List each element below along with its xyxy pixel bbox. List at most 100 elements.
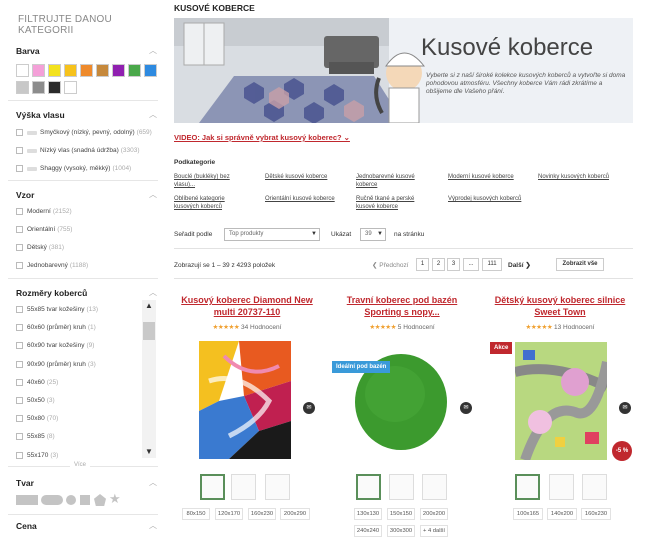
size-option[interactable]: 200x290 <box>280 508 310 520</box>
shape-pentagon-icon[interactable] <box>94 494 106 506</box>
per-page-select[interactable]: 39 ▼ <box>360 228 386 241</box>
filter-price-heading[interactable]: Cena <box>16 521 37 531</box>
subcategory-link[interactable]: Ručně tkané a perské kusové koberce <box>356 195 431 211</box>
show-all-button[interactable]: Zobrazit vše <box>556 258 604 271</box>
filter-shape-heading[interactable]: Tvar <box>16 478 34 488</box>
filter-option[interactable]: 40x60 (25) <box>16 377 58 388</box>
shape-rectangle-icon[interactable] <box>16 495 38 505</box>
thumbnail-2[interactable] <box>231 474 256 500</box>
subcategory-link[interactable]: Výprodej kusových koberců <box>448 195 523 203</box>
collapse-icon[interactable]: ︿ <box>149 477 157 488</box>
prev-page-button[interactable]: ❮ Předchozí <box>372 261 409 269</box>
subcategory-link[interactable]: Jednobarevné kusové koberce <box>356 173 431 189</box>
size-option[interactable]: 200x200 <box>420 508 448 520</box>
checkbox[interactable] <box>16 433 23 441</box>
collapse-icon[interactable]: ︿ <box>149 45 157 56</box>
thumbnail-1[interactable] <box>200 474 225 500</box>
subcategory-link[interactable]: Dětské kusové koberce <box>265 173 340 181</box>
thumbnail-3[interactable] <box>422 474 447 500</box>
color-swatch[interactable] <box>80 64 93 77</box>
show-more-link[interactable]: Více <box>70 462 91 468</box>
page-button[interactable]: 111 <box>482 258 502 271</box>
product-card[interactable]: Travní koberec pod bazén Sporting s nopy… <box>327 290 477 537</box>
filter-option[interactable]: 60x60 (průměr) kruh (1) <box>16 322 96 333</box>
collapse-icon[interactable]: ︿ <box>149 287 157 298</box>
checkbox[interactable] <box>16 451 23 459</box>
color-swatch[interactable] <box>32 81 45 94</box>
video-link[interactable]: VIDEO: Jak si správně vybrat kusový kobe… <box>174 133 350 142</box>
shape-circle-icon[interactable] <box>66 495 76 505</box>
filter-pile-heading[interactable]: Výška vlasu <box>16 110 65 120</box>
product-card[interactable]: Kusový koberec Diamond New multi 20737-1… <box>172 290 322 530</box>
size-option[interactable]: 150x150 <box>387 508 415 520</box>
product-name[interactable]: Kusový koberec Diamond New multi 20737-1… <box>172 294 322 318</box>
shape-star-icon[interactable]: ★ <box>109 491 121 507</box>
product-image[interactable] <box>199 341 291 459</box>
subcategory-link[interactable]: Novinky kusových koberců <box>538 173 613 181</box>
filter-option[interactable]: Orientální (755) <box>16 224 72 235</box>
size-option[interactable]: 120x170 <box>215 508 243 520</box>
checkbox[interactable] <box>16 226 23 233</box>
thumbnail-2[interactable] <box>549 474 574 500</box>
page-button[interactable]: 3 <box>447 258 460 271</box>
color-swatch[interactable] <box>144 64 157 77</box>
color-swatch[interactable] <box>128 64 141 77</box>
product-name[interactable]: Travní koberec pod bazén Sporting s nopy… <box>327 294 477 318</box>
mail-icon[interactable]: ✉ <box>303 402 315 414</box>
color-swatch[interactable] <box>64 81 77 94</box>
filter-size-heading[interactable]: Rozměry koberců <box>16 288 87 298</box>
thumbnail-2[interactable] <box>389 474 414 500</box>
filter-option[interactable]: Smyčkový (nízký, pevný, odolný) (659) <box>16 127 152 138</box>
subcategory-link[interactable]: Oblíbené kategorie kusových koberců <box>174 195 249 211</box>
shape-oval-icon[interactable] <box>41 495 63 505</box>
scroll-up-icon[interactable]: ▲ <box>142 300 156 312</box>
size-option[interactable]: + 4 další <box>420 525 448 537</box>
color-swatch[interactable] <box>32 64 45 77</box>
thumbnail-3[interactable] <box>265 474 290 500</box>
subcategory-link[interactable]: Bouclé (bukléky) bez vlasu)... <box>174 173 249 189</box>
size-option[interactable]: 240x240 <box>354 525 382 537</box>
size-option[interactable]: 160x230 <box>248 508 276 520</box>
checkbox[interactable] <box>16 208 23 215</box>
color-swatch[interactable] <box>16 81 29 94</box>
checkbox[interactable] <box>16 129 23 136</box>
size-list-scrollbar[interactable]: ▲ ▼ <box>142 300 156 458</box>
collapse-icon[interactable]: ︿ <box>149 109 157 120</box>
filter-pattern-heading[interactable]: Vzor <box>16 190 34 200</box>
filter-option[interactable]: 55x85 (8) <box>16 431 55 442</box>
checkbox[interactable] <box>16 360 23 368</box>
size-option[interactable]: 130x130 <box>354 508 382 520</box>
filter-option[interactable]: 55x170 (3) <box>16 450 58 461</box>
size-option[interactable]: 100x165 <box>513 508 543 520</box>
color-swatch[interactable] <box>48 64 61 77</box>
thumbnail-3[interactable] <box>582 474 607 500</box>
filter-option[interactable]: 90x90 (průměr) kruh (3) <box>16 359 96 370</box>
checkbox[interactable] <box>16 147 23 154</box>
thumbnail-1[interactable] <box>356 474 381 500</box>
subcategory-link[interactable]: Orientální kusové koberce <box>265 195 340 203</box>
filter-option[interactable]: Nízký vlas (snadná údržba) (3303) <box>16 145 140 156</box>
color-swatch[interactable] <box>48 81 61 94</box>
product-name[interactable]: Dětský kusový koberec silnice Sweet Town <box>485 294 635 318</box>
color-swatch[interactable] <box>16 64 29 77</box>
checkbox[interactable] <box>16 165 23 172</box>
mail-icon[interactable]: ✉ <box>619 402 631 414</box>
subcategory-link[interactable]: Moderní kusové koberce <box>448 173 523 181</box>
filter-option[interactable]: Moderní (2152) <box>16 206 72 217</box>
checkbox[interactable] <box>16 324 23 332</box>
mail-icon[interactable]: ✉ <box>460 402 472 414</box>
scroll-down-icon[interactable]: ▼ <box>142 446 156 458</box>
page-button[interactable]: ... <box>463 258 479 271</box>
page-button[interactable]: 2 <box>432 258 445 271</box>
filter-option[interactable]: Jednobarevný (1188) <box>16 260 88 271</box>
size-option[interactable]: 80x150 <box>182 508 210 520</box>
color-swatch[interactable] <box>64 64 77 77</box>
filter-option[interactable]: 60x90 tvar kožešiny (9) <box>16 340 94 351</box>
color-swatch[interactable] <box>96 64 109 77</box>
checkbox[interactable] <box>16 342 23 350</box>
checkbox[interactable] <box>16 306 23 313</box>
filter-option[interactable]: Shaggy (vysoký, měkký) (1004) <box>16 163 131 174</box>
checkbox[interactable] <box>16 244 23 251</box>
collapse-icon[interactable]: ︿ <box>149 520 157 531</box>
size-option[interactable]: 300x300 <box>387 525 415 537</box>
